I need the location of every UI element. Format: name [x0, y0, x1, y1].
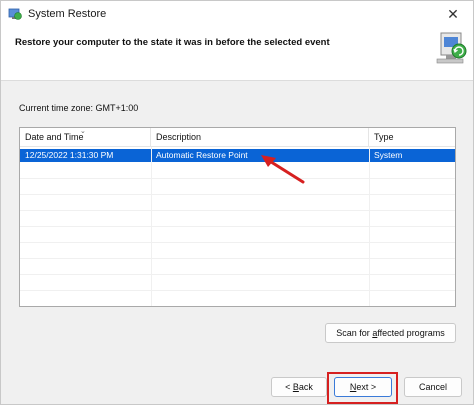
system-restore-large-icon: [436, 32, 467, 64]
restore-point-list[interactable]: ⌄ Date and Time Description Type 12/25/2…: [19, 127, 456, 307]
header-panel: Restore your computer to the state it wa…: [1, 27, 473, 81]
row-divider: [20, 242, 455, 243]
row-divider: [20, 210, 455, 211]
annotation-highlight-box: [327, 372, 398, 404]
row-divider: [20, 290, 455, 291]
row-divider: [20, 274, 455, 275]
column-header-description[interactable]: Description: [151, 128, 369, 147]
table-row[interactable]: 12/25/2022 1:31:30 PM Automatic Restore …: [20, 149, 455, 162]
row-divider: [20, 178, 455, 179]
row-type: System: [374, 150, 403, 160]
system-restore-icon: [8, 8, 22, 20]
scan-affected-programs-button[interactable]: Scan for affected programs: [325, 323, 456, 343]
back-button[interactable]: < Back: [271, 377, 327, 397]
row-divider: [20, 258, 455, 259]
header-text: Restore your computer to the state it wa…: [15, 37, 330, 48]
column-header-type[interactable]: Type: [369, 128, 455, 147]
row-divider: [20, 226, 455, 227]
window-title: System Restore: [28, 8, 107, 20]
row-date: 12/25/2022 1:31:30 PM: [25, 150, 114, 160]
timezone-label: Current time zone: GMT+1:00: [19, 103, 139, 113]
list-header: ⌄ Date and Time Description Type: [20, 128, 455, 147]
close-icon[interactable]: ✕: [443, 4, 463, 24]
cancel-button[interactable]: Cancel: [404, 377, 462, 397]
row-divider: [20, 194, 455, 195]
title-bar: System Restore ✕: [1, 1, 473, 27]
annotation-arrow-icon: [261, 155, 305, 184]
column-header-date[interactable]: Date and Time: [20, 128, 151, 147]
system-restore-window: System Restore ✕ Restore your computer t…: [0, 0, 474, 405]
